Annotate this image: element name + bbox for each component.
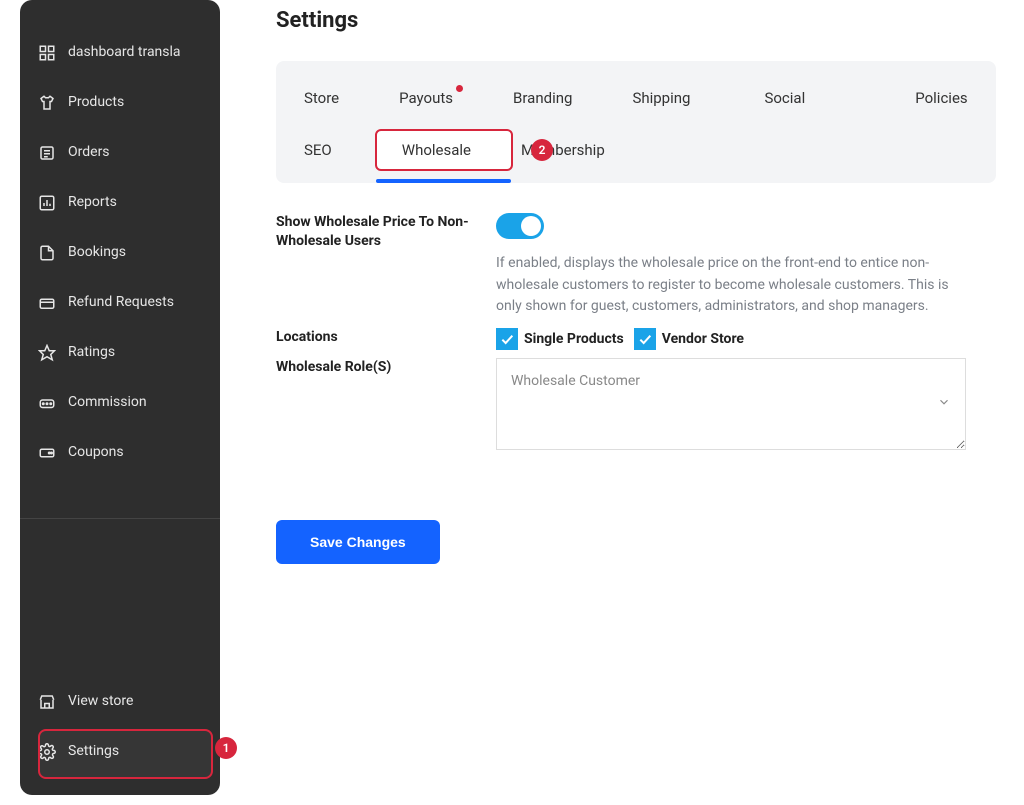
badge-text: 2 [539,143,546,157]
chart-icon [38,194,56,212]
sidebar-item-label: Ratings [68,344,115,362]
sidebar-item-label: Products [68,94,124,112]
chevron-down-icon [937,395,951,413]
sidebar-item-bookings[interactable]: Bookings [20,228,220,278]
tab-payouts[interactable]: Payouts [399,79,453,131]
tab-store[interactable]: Store [304,79,339,131]
sidebar-item-products[interactable]: Products [20,78,220,128]
shirt-icon [38,94,56,112]
orders-icon [38,144,56,162]
badge-text: 1 [223,741,230,755]
annotation-badge-1: 1 [215,737,237,759]
toggle-show-wholesale-price[interactable] [496,213,544,239]
save-button[interactable]: Save Changes [276,520,440,564]
tab-seo[interactable]: SEO [304,131,332,183]
sidebar: dashboard transla Products Orders Report… [20,0,220,795]
tab-wholesale[interactable]: Wholesale [402,131,471,183]
gear-icon [38,743,56,761]
tab-social[interactable]: Social [764,79,805,131]
commission-icon [38,394,56,412]
sidebar-item-label: Coupons [68,444,124,462]
store-icon [38,693,56,711]
sidebar-item-coupons[interactable]: Coupons [20,428,220,478]
sidebar-item-ratings[interactable]: Ratings [20,328,220,378]
sidebar-item-refunds[interactable]: Refund Requests [20,278,220,328]
dashboard-icon [38,44,56,62]
sidebar-item-label: dashboard transla [68,44,181,62]
tab-shipping[interactable]: Shipping [632,79,690,131]
label-wholesale-roles: Wholesale Role(S) [276,358,496,377]
refund-icon [38,294,56,312]
settings-tabs: Store Payouts Branding Shipping Social P… [276,61,996,183]
checkbox-single-products[interactable] [496,328,518,350]
label-locations: Locations [276,328,496,347]
sidebar-item-label: Orders [68,144,110,162]
sidebar-item-label: View store [68,693,133,711]
select-value: Wholesale Customer [511,373,640,389]
tab-branding[interactable]: Branding [513,79,572,131]
sidebar-item-label: Commission [68,394,147,412]
coupon-icon [38,444,56,462]
sidebar-item-label: Refund Requests [68,294,174,312]
sidebar-item-label: Reports [68,194,117,212]
label-show-wholesale-price: Show Wholesale Price To Non-Wholesale Us… [276,213,496,251]
sidebar-item-reports[interactable]: Reports [20,178,220,228]
checkbox-label-single: Single Products [524,331,624,347]
sidebar-item-dashboard[interactable]: dashboard transla [20,28,220,78]
sidebar-item-view-store[interactable]: View store [20,677,220,727]
sidebar-item-label: Bookings [68,244,126,262]
sidebar-item-settings[interactable]: Settings [20,727,220,777]
select-wholesale-roles[interactable]: Wholesale Customer [496,358,966,450]
main-content: Settings Store Payouts Branding Shipping… [276,8,996,564]
annotation-badge-2: 2 [531,139,553,161]
checkbox-vendor-store[interactable] [634,328,656,350]
bookings-icon [38,244,56,262]
sidebar-separator [20,518,220,519]
sidebar-item-commission[interactable]: Commission [20,378,220,428]
sidebar-item-orders[interactable]: Orders [20,128,220,178]
star-icon [38,344,56,362]
page-title: Settings [276,8,996,33]
tab-policies[interactable]: Policies [915,79,967,131]
checkbox-label-store: Vendor Store [662,331,744,347]
sidebar-item-label: Settings [68,743,119,761]
help-show-wholesale-price: If enabled, displays the wholesale price… [496,253,966,318]
